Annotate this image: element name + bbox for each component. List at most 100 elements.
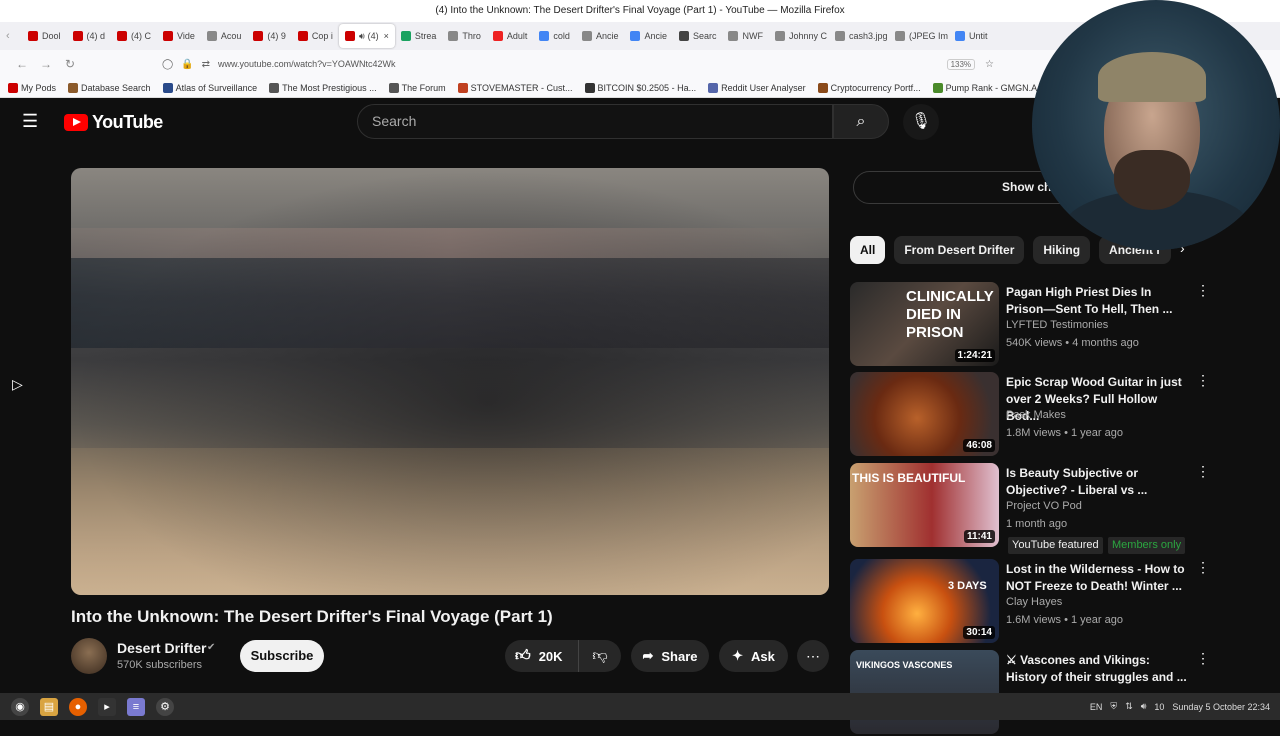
video-thumbnail[interactable]: THIS IS BEAUTIFUL 11:41 (850, 463, 999, 547)
like-button[interactable]: 👍︎ 20K (505, 640, 579, 672)
folder-icon[interactable]: ▤ (40, 697, 58, 716)
recommendation-item[interactable]: 3 DAYS 30:14 Lost in the Wilderness - How … (850, 559, 1210, 645)
zoom-level[interactable]: 133% (946, 58, 976, 70)
recommendation-title[interactable]: Lost in the Wilderness - How to NOT Free… (1006, 561, 1191, 595)
bookmark-item[interactable]: My Pods (8, 82, 56, 93)
video-player[interactable] (71, 168, 829, 595)
browser-tab[interactable]: cold (533, 24, 576, 48)
sparkle-icon: ✦ (732, 648, 744, 663)
recommendation-item[interactable]: 46:08 Epic Scrap Wood Guitar in just over… (850, 372, 1210, 458)
browser-tab[interactable]: NWF (722, 24, 769, 48)
video-thumbnail[interactable]: 3 DAYS 30:14 (850, 559, 999, 643)
text-editor-icon[interactable]: ≡ (127, 697, 145, 716)
channel-avatar[interactable] (71, 638, 107, 674)
browser-tab[interactable]: Ancie (576, 24, 625, 48)
shield-icon[interactable]: ◯ (162, 59, 173, 70)
network-icon[interactable]: ⇅ (1125, 701, 1133, 712)
tab-label: (4) d (86, 31, 106, 41)
ask-button[interactable]: ✦ Ask (719, 640, 788, 672)
video-thumbnail[interactable]: CLINICALLY DIED IN PRISON 1:24:21 (850, 282, 999, 366)
recommendation-item[interactable]: THIS IS BEAUTIFUL 11:41 Is Beauty Subjecti… (850, 463, 1210, 554)
browser-tab[interactable]: Cop i (292, 24, 339, 48)
forward-icon[interactable]: → (34, 57, 58, 71)
browser-tab[interactable]: Searc (673, 24, 723, 48)
browser-tab[interactable]: Johnny C (769, 24, 829, 48)
tab-audio-icon[interactable]: 🔊︎ (359, 31, 365, 42)
browser-tab[interactable]: Strea (395, 24, 443, 48)
share-button[interactable]: ➦ Share (631, 640, 709, 672)
tab-favicon-icon (117, 31, 128, 41)
browser-tab[interactable]: (JPEG Im (889, 24, 949, 48)
search-input[interactable]: Search (357, 104, 833, 139)
browser-tab[interactable]: (4) C (111, 24, 157, 48)
bookmark-label: Pump Rank - GMGN.A... (945, 82, 1045, 93)
tab-favicon-icon (72, 31, 83, 41)
url-text[interactable]: www.youtube.com/watch?v=YOAWNtc42Wk (218, 59, 395, 69)
recommendation-item[interactable]: CLINICALLY DIED IN PRISON 1:24:21 Pagan Hi… (850, 282, 1210, 368)
bookmark-item[interactable]: Cryptocurrency Portf... (817, 82, 921, 93)
browser-tab[interactable]: Vide (157, 24, 201, 48)
volume-icon[interactable]: 🔊︎ (1141, 701, 1147, 712)
terminal-icon[interactable]: ▸ (98, 697, 116, 716)
bookmark-item[interactable]: The Forum (388, 82, 446, 93)
bookmark-item[interactable]: BITCOIN $0.2505 - Ha... (584, 82, 697, 93)
bookmark-item[interactable]: Reddit User Analyser (708, 82, 806, 93)
start-menu-icon[interactable]: ◉ (11, 697, 29, 716)
browser-tab[interactable]: Adult (487, 24, 534, 48)
back-icon[interactable]: ← (10, 57, 34, 71)
bookmark-item[interactable]: The Most Prestigious ... (269, 82, 377, 93)
recommendation-title[interactable]: Is Beauty Subjective or Objective? - Lib… (1006, 465, 1191, 499)
search-button[interactable]: ⌕ (833, 104, 889, 139)
tab-scroll-left-icon[interactable]: ‹ (6, 30, 22, 42)
tab-favicon-icon (954, 31, 965, 41)
more-actions-button[interactable]: ⋯ (797, 640, 829, 672)
clock[interactable]: Sunday 5 October 22:34 (1172, 702, 1270, 712)
youtube-logo[interactable]: YouTube (64, 112, 163, 133)
permissions-icon[interactable]: ⇄ (202, 59, 210, 70)
bookmark-label: BITCOIN $0.2505 - Ha... (597, 82, 697, 93)
dislike-button[interactable]: 👎︎ (579, 647, 621, 665)
more-vertical-icon[interactable]: ⋮ (1196, 463, 1210, 480)
keyboard-layout[interactable]: EN (1090, 702, 1103, 712)
filter-chip[interactable]: All (850, 236, 886, 264)
channel-name[interactable]: Desert Drifter (117, 640, 206, 656)
recommendation-channel[interactable]: Pask Makes (1006, 409, 1066, 421)
lock-icon[interactable]: 🔒 (181, 59, 193, 70)
more-vertical-icon[interactable]: ⋮ (1196, 559, 1210, 576)
reload-icon[interactable]: ↻ (58, 57, 82, 71)
more-vertical-icon[interactable]: ⋮ (1196, 282, 1210, 299)
more-vertical-icon[interactable]: ⋮ (1196, 372, 1210, 389)
url-bar[interactable]: ◯ 🔒 ⇄ www.youtube.com/watch?v=YOAWNtc42W… (162, 54, 1002, 74)
firefox-icon[interactable]: ● (69, 697, 87, 716)
recommendation-channel[interactable]: Project VO Pod (1006, 500, 1082, 512)
bookmark-item[interactable]: Atlas of Surveillance (162, 82, 257, 93)
shield-tray-icon[interactable]: ⛨ (1110, 701, 1117, 712)
more-vertical-icon[interactable]: ⋮ (1196, 650, 1210, 667)
bookmark-item[interactable]: Database Search (68, 82, 151, 93)
browser-tab[interactable]: Acou (201, 24, 248, 48)
video-thumbnail[interactable]: VIKINGOS VASCONES (850, 650, 999, 734)
tab-close-icon[interactable]: × (384, 31, 389, 41)
recommendation-title[interactable]: ⚔ Vascones and Vikings: History of their… (1006, 652, 1191, 686)
video-duration: 1:24:21 (954, 349, 995, 362)
recommendation-title[interactable]: Pagan High Priest Dies In Prison—Sent To… (1006, 284, 1191, 318)
subscribe-button[interactable]: Subscribe (240, 640, 324, 672)
browser-tab[interactable]: Ancie (624, 24, 673, 48)
browser-tab[interactable]: (4) d (67, 24, 112, 48)
browser-tab[interactable]: 🔊︎ (4) × (338, 24, 395, 48)
settings-icon[interactable]: ⚙ (156, 697, 174, 716)
bookmark-item[interactable]: Pump Rank - GMGN.A... (932, 82, 1045, 93)
bookmark-item[interactable]: STOVEMASTER - Cust... (457, 82, 573, 93)
filter-chip[interactable]: From Desert Drifter (894, 236, 1025, 264)
browser-tab[interactable]: (4) 9 (247, 24, 292, 48)
browser-tab[interactable]: Untit (949, 24, 994, 48)
browser-tab[interactable]: Thro (442, 24, 487, 48)
recommendation-channel[interactable]: LYFTED Testimonies (1006, 319, 1108, 331)
browser-tab[interactable]: cash3.jpg (829, 24, 889, 48)
video-thumbnail[interactable]: 46:08 (850, 372, 999, 456)
recommendation-channel[interactable]: Clay Hayes (1006, 596, 1062, 608)
voice-search-button[interactable]: 🎙 (903, 104, 939, 140)
bookmark-star-icon[interactable]: ☆ (985, 59, 994, 70)
menu-icon[interactable]: ☰ (22, 112, 42, 130)
browser-tab[interactable]: Dool (22, 24, 67, 48)
